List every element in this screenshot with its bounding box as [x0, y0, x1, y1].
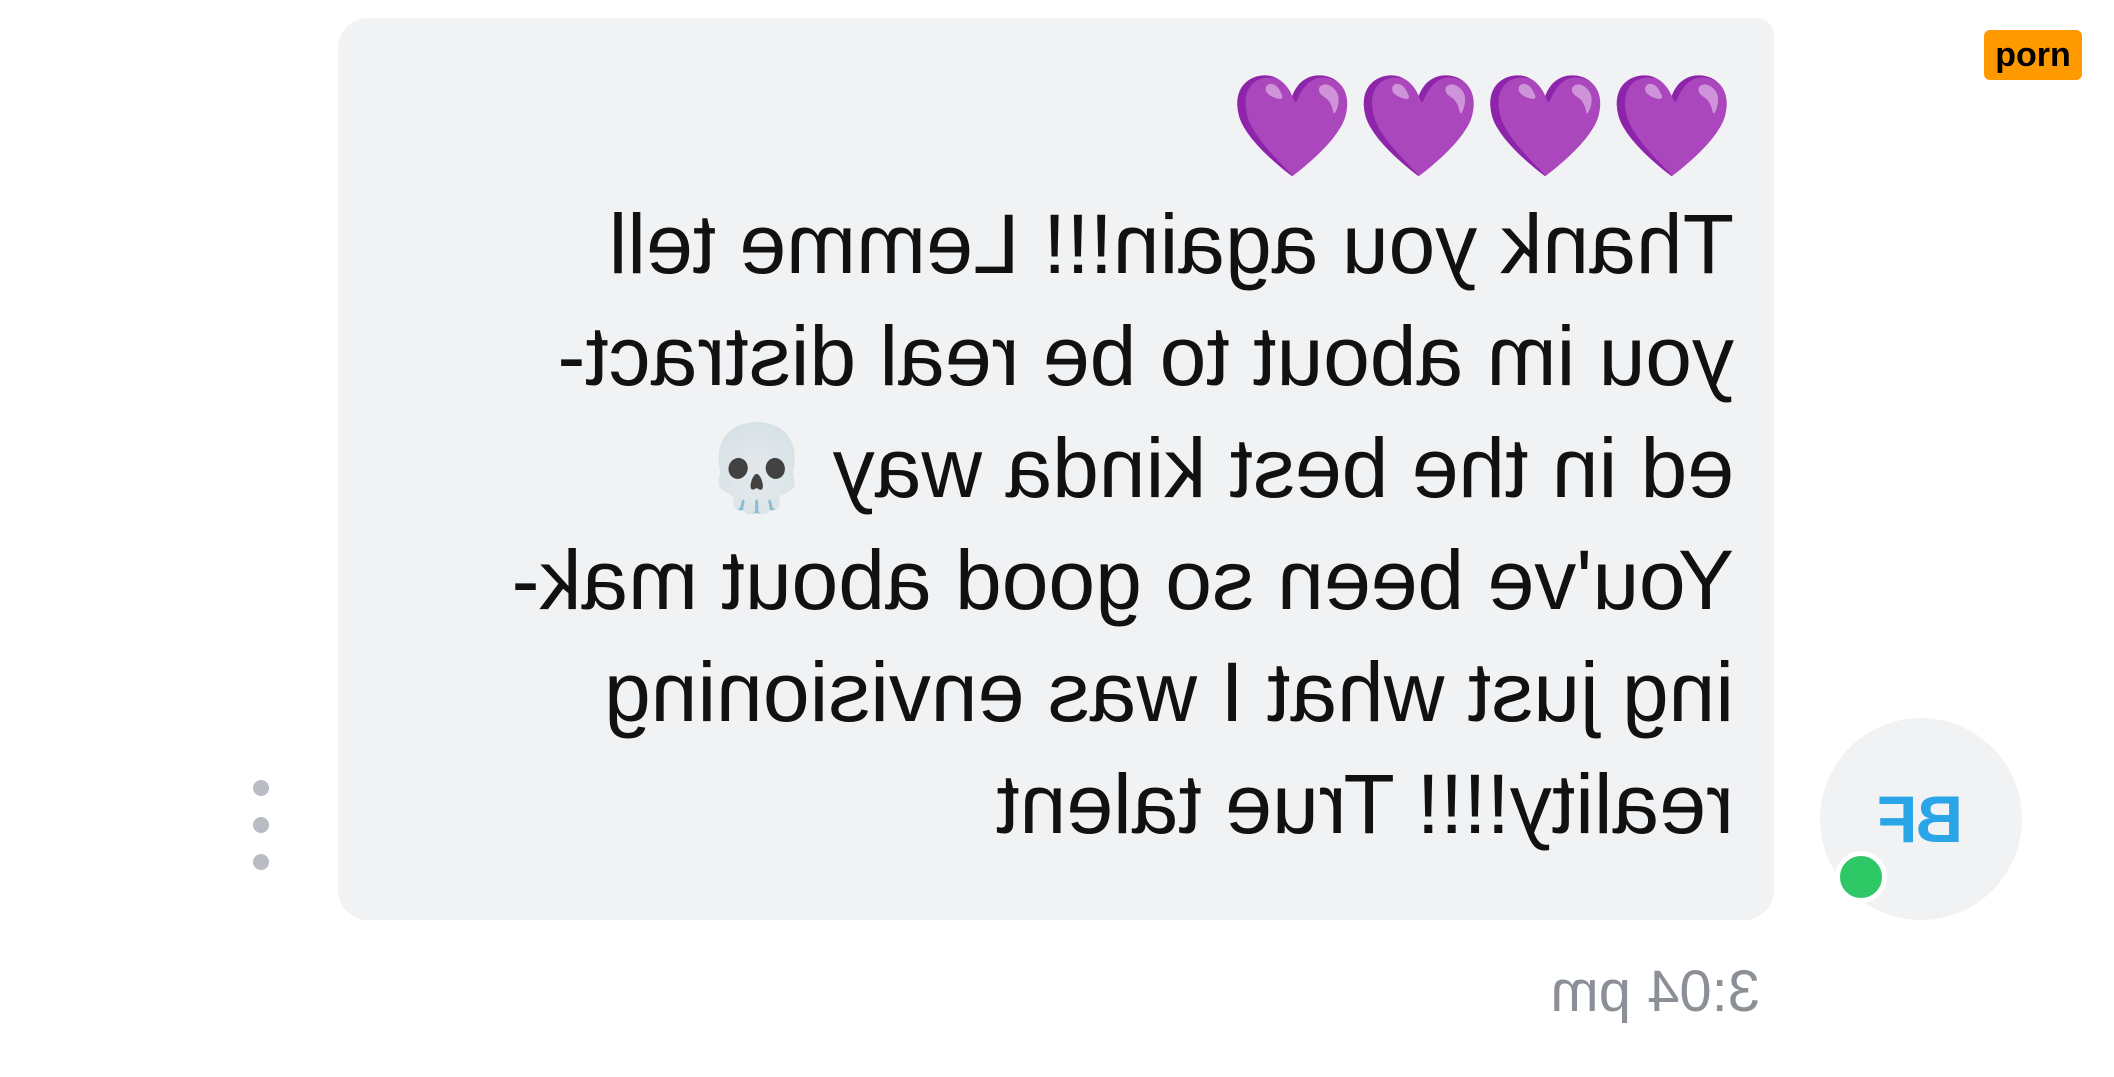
avatar[interactable]: BF	[1820, 718, 2022, 920]
menu-dot	[253, 817, 269, 833]
message-line-1: Thank you again!!! Lemme tell	[608, 197, 1734, 291]
online-status-dot	[1835, 851, 1887, 903]
message-line-3-text: ed in the best kinda way	[832, 421, 1734, 515]
message-bubble[interactable]: 💜💜💜💜 Thank you again!!! Lemme tell you i…	[338, 18, 1774, 920]
message-line-3: ed in the best kinda way 💀	[338, 412, 1734, 524]
skull-emoji-icon: 💀	[704, 419, 810, 517]
message-line-2: you im about to be real distract-	[557, 309, 1734, 403]
purple-hearts-emoji: 💜💜💜💜	[1227, 67, 1734, 184]
more-vertical-icon[interactable]	[246, 780, 276, 870]
message-line-4: You've been so good about mak-	[511, 533, 1734, 627]
message-line-6: reality!!!! True talent	[996, 757, 1734, 851]
message-timestamp: 3:04 pm	[1550, 959, 1760, 1024]
menu-dot	[253, 780, 269, 796]
message-line-5: ing just what I was envisioning	[604, 645, 1734, 739]
chat-view-mirrored: 💜💜💜💜 Thank you again!!! Lemme tell you i…	[0, 0, 2114, 1077]
menu-dot	[253, 854, 269, 870]
watermark-badge: porn	[1984, 30, 2082, 80]
